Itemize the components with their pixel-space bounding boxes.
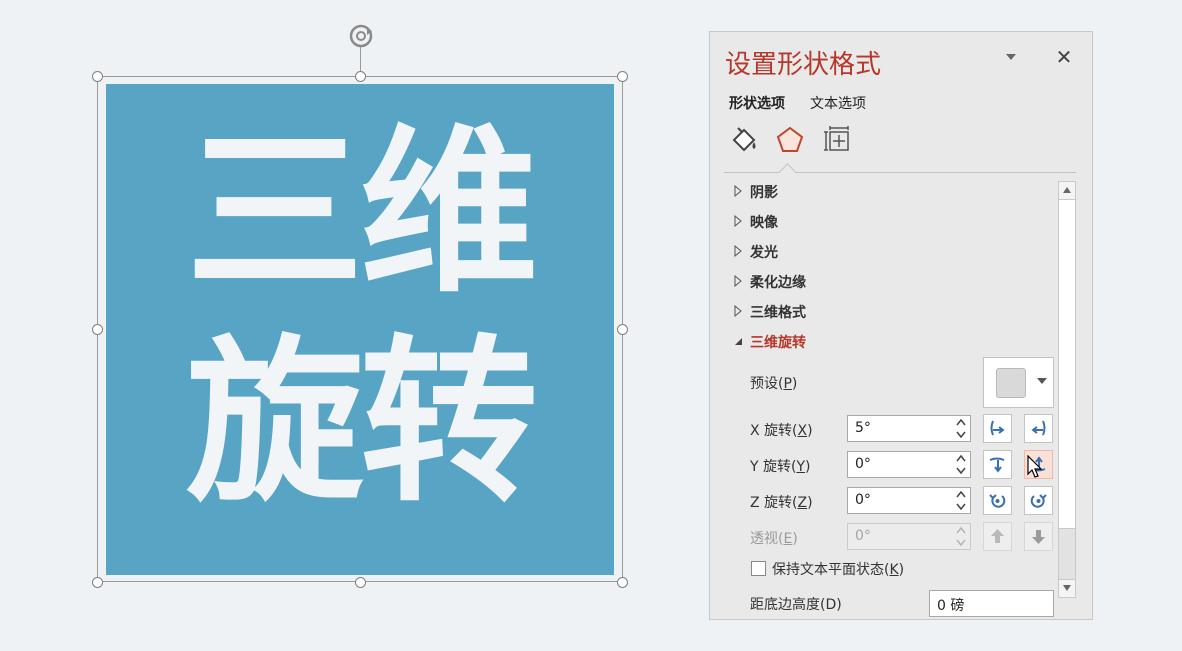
section-3d-rotation[interactable]: 三维旋转	[724, 330, 1044, 354]
pane-scroll-content: 阴影 映像 发光 柔化边缘 三维格式 三维旋转 预设(P) X 旋转(X) 5°…	[724, 180, 1058, 619]
z-rotate-clockwise-button[interactable]	[1024, 486, 1053, 515]
rotate-counterclockwise-icon	[989, 494, 1006, 508]
section-label: 阴影	[750, 185, 778, 201]
fill-line-icon[interactable]	[728, 124, 760, 156]
tab-text-options[interactable]: 文本选项	[810, 93, 866, 113]
spin-up-icon[interactable]	[955, 489, 967, 500]
z-rotate-counterclockwise-button[interactable]	[983, 486, 1012, 515]
perspective-narrow-button	[983, 522, 1012, 551]
x-rotation-label: X 旋转(X)	[750, 423, 813, 439]
section-shadow[interactable]: 阴影	[724, 180, 1044, 204]
z-rotation-input[interactable]: 0°	[847, 487, 971, 514]
resize-handle-bottom-left[interactable]	[92, 577, 103, 588]
resize-handle-bottom[interactable]	[355, 577, 366, 588]
y-rotation-input[interactable]: 0°	[847, 451, 971, 478]
rotate-up-icon	[989, 457, 1005, 473]
perspective-widen-button	[1024, 522, 1053, 551]
spin-down-icon[interactable]	[955, 465, 967, 476]
keep-text-flat-checkbox[interactable]	[751, 561, 766, 576]
spin-up-icon	[956, 526, 966, 534]
y-rotate-up-button[interactable]	[983, 450, 1012, 479]
keep-text-flat-label: 保持文本平面状态(K)	[772, 562, 905, 578]
spin-down-icon[interactable]	[955, 429, 967, 440]
expand-arrow-icon	[734, 245, 742, 257]
resize-handle-top-left[interactable]	[92, 71, 103, 82]
resize-handle-right[interactable]	[617, 324, 628, 335]
section-label: 映像	[750, 215, 778, 231]
x-rotate-right-button[interactable]	[1024, 414, 1053, 443]
distance-from-ground-label: 距底边高度(D)	[750, 597, 842, 613]
effects-pentagon-icon[interactable]	[774, 124, 806, 156]
tab-divider	[724, 172, 1076, 173]
scroll-down-icon	[1063, 585, 1071, 591]
z-rotation-label: Z 旋转(Z)	[750, 495, 813, 511]
section-label: 三维格式	[750, 305, 806, 321]
section-label: 柔化边缘	[750, 275, 806, 291]
resize-handle-bottom-right[interactable]	[617, 577, 628, 588]
resize-handle-left[interactable]	[92, 324, 103, 335]
section-label: 发光	[750, 245, 778, 261]
pane-title: 设置形状格式	[725, 50, 882, 80]
distance-from-ground-input[interactable]: 0 磅	[929, 590, 1054, 617]
spin-down-icon[interactable]	[955, 501, 967, 512]
size-properties-icon[interactable]	[820, 124, 852, 156]
expand-arrow-icon	[734, 305, 742, 317]
selection-frame	[97, 76, 623, 582]
section-3d-format[interactable]: 三维格式	[724, 300, 1044, 324]
preset-swatch	[996, 368, 1026, 398]
chevron-down-icon	[1037, 378, 1047, 384]
scroll-down-button[interactable]	[1059, 579, 1075, 597]
scroll-up-button[interactable]	[1059, 182, 1075, 200]
x-rotation-input[interactable]: 5°	[847, 415, 971, 442]
expand-arrow-icon	[734, 275, 742, 287]
x-rotate-left-button[interactable]	[983, 414, 1012, 443]
mouse-cursor-icon	[1027, 455, 1043, 478]
rotate-right-icon	[1031, 420, 1046, 436]
spin-up-icon[interactable]	[955, 453, 967, 464]
section-glow[interactable]: 发光	[724, 240, 1044, 264]
rotate-clockwise-icon	[1030, 494, 1047, 508]
resize-handle-top[interactable]	[355, 71, 366, 82]
preset-label: 预设(P)	[750, 376, 798, 392]
spin-up-icon[interactable]	[955, 417, 967, 428]
section-soft-edges[interactable]: 柔化边缘	[724, 270, 1044, 294]
collapse-arrow-icon	[735, 338, 742, 345]
section-label: 三维旋转	[750, 335, 806, 351]
rotate-handle-icon[interactable]	[347, 22, 375, 50]
selected-category-pointer	[778, 163, 797, 182]
y-rotation-label: Y 旋转(Y)	[750, 459, 811, 475]
arrow-up-icon	[991, 529, 1004, 543]
perspective-input: 0°	[847, 523, 971, 550]
tab-shape-options[interactable]: 形状选项	[729, 93, 785, 113]
preset-dropdown[interactable]	[983, 357, 1054, 408]
section-reflection[interactable]: 映像	[724, 210, 1044, 234]
format-shape-pane: 设置形状格式 ✕ 形状选项 文本选项 阴影 映像 发光 柔化边缘 三维格式 三维…	[709, 31, 1093, 620]
pane-scrollbar[interactable]	[1058, 181, 1076, 598]
chevron-down-icon[interactable]	[1004, 52, 1018, 62]
perspective-label: 透视(E)	[750, 531, 798, 547]
scroll-thumb[interactable]	[1059, 200, 1075, 529]
arrow-down-icon	[1032, 530, 1045, 544]
close-icon[interactable]: ✕	[1055, 47, 1073, 67]
expand-arrow-icon	[734, 215, 742, 227]
expand-arrow-icon	[734, 185, 742, 197]
spin-down-icon	[956, 539, 966, 547]
scroll-up-icon	[1063, 187, 1071, 193]
rotate-left-icon	[990, 420, 1005, 436]
resize-handle-top-right[interactable]	[617, 71, 628, 82]
